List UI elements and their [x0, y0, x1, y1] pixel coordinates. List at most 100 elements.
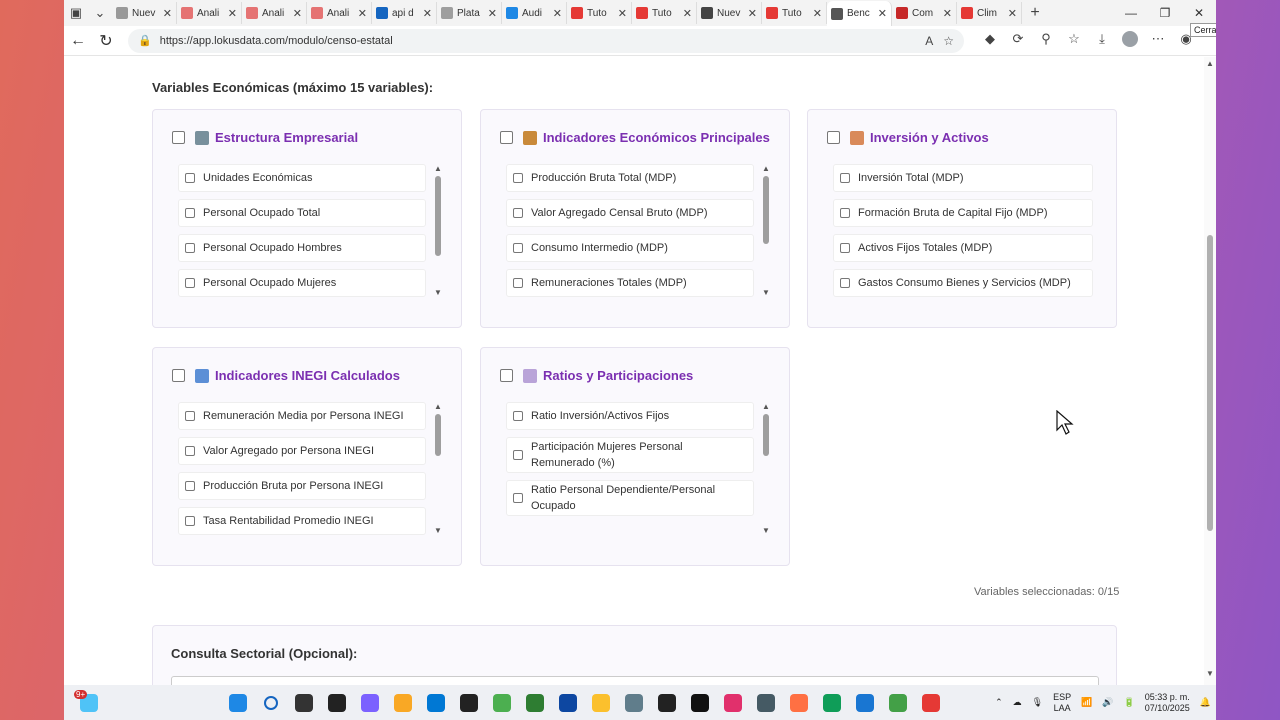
taskbar-app-icon[interactable]	[683, 686, 716, 719]
back-icon[interactable]: ←	[64, 32, 92, 50]
taskbar-app-icon[interactable]	[848, 686, 881, 719]
widgets-icon[interactable]: 9+	[72, 686, 105, 719]
battery-icon[interactable]: 🔋	[1124, 697, 1135, 708]
taskbar-app-icon[interactable]	[452, 686, 485, 719]
variable-checkbox[interactable]	[513, 278, 523, 288]
download-icon[interactable]: ⤓	[1088, 31, 1116, 50]
variable-checkbox[interactable]	[185, 208, 195, 218]
taskbar-app-icon[interactable]	[518, 686, 551, 719]
minimize-icon[interactable]: —	[1114, 6, 1148, 20]
taskbar-app-icon[interactable]	[584, 686, 617, 719]
variable-checkbox[interactable]	[513, 208, 523, 218]
browser-tab[interactable]: Nuev ✕	[112, 2, 177, 24]
variable-option[interactable]: Tasa Rentabilidad Promedio INEGI	[178, 507, 426, 535]
variable-option[interactable]: Remuneración Media por Persona INEGI	[178, 402, 426, 430]
taskbar-app-icon[interactable]	[320, 686, 353, 719]
variable-checkbox[interactable]	[840, 243, 850, 253]
scroll-up-icon[interactable]: ▲	[1204, 59, 1216, 68]
variable-option[interactable]: Personal Ocupado Mujeres	[178, 269, 426, 297]
browser-tab[interactable]: Benc ✕	[827, 1, 892, 26]
scroll-down-icon[interactable]: ▼	[761, 288, 771, 298]
group-select-all-checkbox[interactable]	[172, 369, 185, 382]
taskbar-app-icon[interactable]	[914, 686, 947, 719]
variable-option[interactable]: Participación Mujeres Personal Remunerad…	[506, 437, 754, 473]
browser-tab[interactable]: Anali ✕	[307, 2, 372, 24]
browser-tab[interactable]: Tuto ✕	[762, 2, 827, 24]
variable-option[interactable]: Producción Bruta por Persona INEGI	[178, 472, 426, 500]
list-scrollbar[interactable]: ▲ ▼	[761, 164, 771, 304]
variable-checkbox[interactable]	[840, 278, 850, 288]
page-scrollbar[interactable]: ▲ ▼	[1204, 57, 1216, 685]
variable-checkbox[interactable]	[840, 208, 850, 218]
variable-option[interactable]: Producción Bruta Total (MDP)	[506, 164, 754, 192]
list-scroll-thumb[interactable]	[435, 414, 441, 456]
refresh-extension-icon[interactable]: ⟳	[1004, 31, 1032, 50]
lock-icon[interactable]: 🔒	[138, 34, 152, 47]
taskbar-app-icon[interactable]	[617, 686, 650, 719]
list-scroll-thumb[interactable]	[435, 176, 441, 256]
browser-tab[interactable]: Anali ✕	[177, 2, 242, 24]
variable-checkbox[interactable]	[185, 481, 195, 491]
volume-icon[interactable]: 🔊	[1102, 697, 1113, 708]
collections-icon[interactable]: ⚲	[1032, 31, 1060, 50]
tab-close-icon[interactable]: ✕	[1008, 7, 1017, 20]
variable-checkbox[interactable]	[513, 173, 523, 183]
tab-close-icon[interactable]: ✕	[618, 7, 627, 20]
consulta-input[interactable]	[171, 676, 1099, 685]
favorite-star-icon[interactable]: ☆	[943, 34, 954, 48]
profile-avatar[interactable]	[1116, 31, 1144, 50]
url-input[interactable]: 🔒 https://app.lokusdata.com/modulo/censo…	[128, 28, 964, 53]
variable-checkbox[interactable]	[185, 243, 195, 253]
variable-option[interactable]: Inversión Total (MDP)	[833, 164, 1093, 192]
tab-close-icon[interactable]: ✕	[358, 7, 367, 20]
variable-checkbox[interactable]	[185, 516, 195, 526]
taskbar-app-icon[interactable]	[782, 686, 815, 719]
tab-close-icon[interactable]: ✕	[293, 7, 302, 20]
group-select-all-checkbox[interactable]	[500, 369, 513, 382]
tab-close-icon[interactable]: ✕	[163, 7, 172, 20]
notification-bell-icon[interactable]: 🔔	[1200, 697, 1211, 708]
taskbar-app-icon[interactable]	[386, 686, 419, 719]
restore-icon[interactable]: ❐	[1148, 6, 1182, 20]
new-tab-button[interactable]: +	[1022, 4, 1048, 22]
taskbar-app-icon[interactable]	[881, 686, 914, 719]
wifi-icon[interactable]: 📶	[1081, 697, 1092, 708]
variable-checkbox[interactable]	[513, 450, 523, 460]
browser-tab[interactable]: Nuev ✕	[697, 2, 762, 24]
variable-option[interactable]: Personal Ocupado Hombres	[178, 234, 426, 262]
list-scrollbar[interactable]: ▲ ▼	[433, 164, 443, 304]
browser-tab[interactable]: Clim ✕	[957, 2, 1022, 24]
scroll-up-icon[interactable]: ▲	[433, 164, 443, 174]
variable-option[interactable]: Valor Agregado por Persona INEGI	[178, 437, 426, 465]
scroll-up-icon[interactable]: ▲	[761, 402, 771, 412]
variable-option[interactable]: Gastos Consumo Bienes y Servicios (MDP)	[833, 269, 1093, 297]
tab-close-icon[interactable]: ✕	[553, 7, 562, 20]
refresh-icon[interactable]: ↻	[92, 31, 120, 51]
taskbar-app-icon[interactable]	[353, 686, 386, 719]
tab-close-icon[interactable]: ✕	[748, 7, 757, 20]
taskbar-app-icon[interactable]	[815, 686, 848, 719]
tray-overflow-icon[interactable]: ⌃	[995, 697, 1003, 708]
scroll-down-icon[interactable]: ▼	[433, 288, 443, 298]
taskbar-app-icon[interactable]	[419, 686, 452, 719]
variable-option[interactable]: Personal Ocupado Total	[178, 199, 426, 227]
read-aloud-icon[interactable]: A	[925, 34, 933, 48]
variable-checkbox[interactable]	[513, 411, 523, 421]
variable-checkbox[interactable]	[185, 411, 195, 421]
search-icon[interactable]	[254, 686, 287, 719]
variable-option[interactable]: Formación Bruta de Capital Fijo (MDP)	[833, 199, 1093, 227]
cloud-icon[interactable]: ☁	[1013, 697, 1022, 708]
language-indicator[interactable]: ESP LAA	[1053, 692, 1071, 714]
more-options-icon[interactable]: ⋯	[1144, 31, 1172, 50]
variable-option[interactable]: Remuneraciones Totales (MDP)	[506, 269, 754, 297]
variable-checkbox[interactable]	[840, 173, 850, 183]
browser-tab[interactable]: Audi ✕	[502, 2, 567, 24]
variable-checkbox[interactable]	[185, 278, 195, 288]
list-scroll-thumb[interactable]	[763, 176, 769, 244]
variable-checkbox[interactable]	[513, 493, 523, 503]
taskbar-app-icon[interactable]	[551, 686, 584, 719]
scroll-up-icon[interactable]: ▲	[761, 164, 771, 174]
tab-close-icon[interactable]: ✕	[813, 7, 822, 20]
variable-checkbox[interactable]	[185, 173, 195, 183]
microphone-icon[interactable]: 🎙	[1032, 697, 1043, 708]
